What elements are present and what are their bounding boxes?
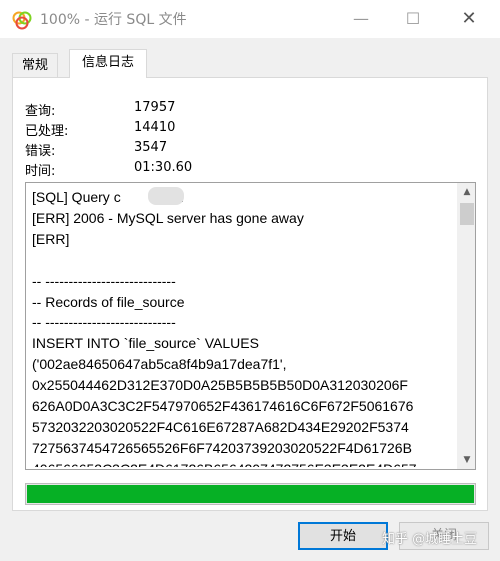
- start-button[interactable]: 开始: [298, 522, 388, 550]
- stat-label-errors: 错误:: [25, 144, 56, 159]
- maximize-button[interactable]: ☐: [390, 0, 436, 38]
- log-line: -- Records of file_source: [32, 293, 185, 310]
- log-line: 406566652C3C2E4D61726B6564207472756E3E3E…: [32, 459, 452, 467]
- log-line: 7275637454726565526F6F74203739203020522F…: [32, 439, 412, 456]
- tab-general[interactable]: 常规: [12, 53, 58, 77]
- log-line: ('002ae84650647ab5ca8f4b9a17dea7f1',: [32, 356, 287, 373]
- log-scrollbar[interactable]: ▲ ▼: [457, 183, 475, 469]
- progress-bar: [25, 483, 476, 505]
- scroll-down-arrow-icon[interactable]: ▼: [458, 451, 475, 469]
- navicat-app-icon: [12, 11, 32, 30]
- log-line: [SQL] Query c start: [32, 189, 183, 205]
- info-log-panel: 查询: 17957 已处理: 14410 错误: 3547 时间: 01:30.…: [12, 77, 488, 511]
- log-line: [ERR] 2006 - MySQL server has gone away: [32, 209, 304, 226]
- tab-info-log[interactable]: 信息日志: [69, 49, 147, 78]
- stat-label-queries: 查询:: [25, 104, 56, 119]
- stat-value-errors: 3547: [134, 140, 168, 155]
- log-line: 0x255044462D312E370D0A25B5B5B5B50D0A3120…: [32, 377, 408, 394]
- title-bar: 100% - 运行 SQL 文件 — ☐ ✕: [0, 0, 500, 38]
- window-title: 100% - 运行 SQL 文件: [40, 12, 187, 28]
- stat-value-queries: 17957: [134, 100, 176, 115]
- log-line: -- ----------------------------: [32, 314, 176, 331]
- log-line: -- ----------------------------: [32, 272, 176, 289]
- stat-value-processed: 14410: [134, 120, 176, 135]
- progress-fill: [27, 485, 474, 503]
- log-line: [ERR]: [32, 230, 70, 247]
- minimize-button[interactable]: —: [338, 0, 384, 38]
- log-line: 5732032203020522F4C616E67287A682D434E292…: [32, 418, 409, 435]
- stat-label-processed: 已处理:: [25, 124, 69, 139]
- dialog-body: 常规 信息日志 查询: 17957 已处理: 14410 错误: 3547 时间…: [0, 38, 500, 561]
- log-line: 626A0D0A3C3C2F547970652F436174616C6F672F…: [32, 398, 414, 415]
- stat-value-time: 01:30.60: [134, 160, 193, 175]
- log-textarea[interactable]: [SQL] Query c start [ERR] 2006 - MySQL se…: [25, 182, 476, 470]
- log-line: INSERT INTO `file_source` VALUES: [32, 335, 259, 352]
- watermark: 知乎 @城睡土豆: [382, 532, 478, 547]
- scrollbar-thumb[interactable]: [460, 203, 474, 225]
- redacted-blur: [148, 187, 184, 205]
- stat-label-time: 时间:: [25, 164, 56, 179]
- close-window-button[interactable]: ✕: [446, 0, 492, 38]
- log-text: [SQL] Query c start [ERR] 2006 - MySQL se…: [32, 187, 452, 467]
- scroll-up-arrow-icon[interactable]: ▲: [458, 183, 475, 201]
